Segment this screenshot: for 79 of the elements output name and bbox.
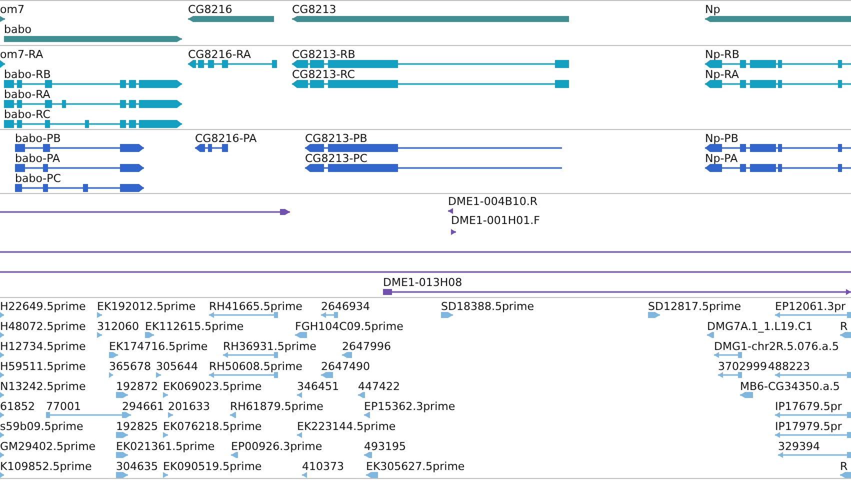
feature-label: om7 [0,3,24,16]
feature-label: EK305627.5prime [366,460,465,473]
feature-label: H12734.5prime [0,340,86,353]
feature-label: EP15362.3prime [364,400,456,413]
feature-label: FGH104C09.5prime [295,320,404,333]
feature-label: 304635 [116,460,158,473]
feature-label: IP17979.5pr [775,420,842,433]
feature-label: EK090519.5prime [163,460,262,473]
feature-label: GM29402.5prime [0,440,96,453]
feature-label: babo [4,23,32,36]
feature-label: H59511.5prime [0,360,86,373]
feature-label: R [840,460,848,473]
feature-label: CG8213 [292,3,336,16]
feature-label: RH36931.5prime [223,340,316,353]
feature-label: babo-PB [15,132,61,145]
feature-label: EK192012.5prime [97,300,196,313]
feature-label: 2647490 [321,360,370,373]
feature-label: SD18388.5prime [441,300,534,313]
feature-label: R [840,320,848,333]
feature-label: SD12817.5prime [648,300,741,313]
feature-label: 329394 [778,440,820,453]
feature-label: s59b09.5prime [0,420,84,433]
feature-label: CG8213-PB [305,132,368,145]
feature-label: CG8216 [188,3,232,16]
feature-label: EP12061.3pr [775,300,846,313]
feature-label: H48072.5prime [0,320,86,333]
feature-label: 3702999 [718,360,767,373]
feature-label: Np [705,3,720,16]
feature-label: RH50608.5prime [209,360,302,373]
feature-label: Np-PB [705,132,738,145]
feature-label: RH41665.5prime [209,300,302,313]
feature-label: 447422 [358,380,400,393]
feature-label: EK112615.5prime [145,320,244,333]
feature-label: EK076218.5prime [163,420,262,433]
feature-label: CG8216-PA [195,132,257,145]
feature-label: 2647996 [342,340,391,353]
feature-label: 192825 [116,420,158,433]
feature-label: Np-PA [705,152,738,165]
feature-label: MB6-CG34350.a.5 [740,380,840,393]
feature-label: om7-RA [0,48,44,61]
feature-label: 346451 [297,380,339,393]
feature-label: Np-RA [705,68,739,81]
feature-label: 201633 [168,400,210,413]
feature-label: babo-PC [15,172,61,185]
feature-label: 192872 [116,380,158,393]
feature-label: 312060 [97,320,139,333]
feature-label: RH61879.5prime [230,400,324,413]
feature-label: CG8213-RB [292,48,356,61]
feature-label: CG8213-RC [292,68,355,81]
feature-label: EP00926.3prime [231,440,322,453]
feature-label: Np-RB [705,48,740,61]
feature-label: 488223 [768,360,810,373]
feature-label: 77001 [46,400,81,413]
feature-label: N13242.5prime [0,380,86,393]
feature-label: DME1-013H08 [383,276,462,289]
feature-label: DME1-004B10.R [448,195,538,208]
feature-label: babo-RC [4,108,50,121]
feature-label: EK021361.5prime [116,440,215,453]
feature-label: babo-RA [4,88,50,101]
feature-label: DMG1-chr2R.5.076.a.5 [714,340,839,353]
feature-label: 365678 [109,360,151,373]
feature-label: DMG7A.1_1.L19.C1 [707,320,813,333]
feature-label: K109852.5prime [0,460,92,473]
feature-label: DME1-001H01.F [451,214,540,227]
feature-label: babo-RB [4,68,51,81]
feature-label: EK223144.5prime [297,420,396,433]
feature-label: 294661 [122,400,164,413]
feature-label: EK069023.5prime [163,380,262,393]
feature-label: 305644 [156,360,198,373]
feature-label: 410373 [302,460,344,473]
feature-label: CG8213-PC [305,152,368,165]
feature-label: 493195 [364,440,406,453]
feature-label: babo-PA [15,152,60,165]
feature-label: IP17679.5pr [775,400,842,413]
feature-label: EK174716.5prime [109,340,208,353]
feature-label: CG8216-RA [188,48,251,61]
feature-label: 2646934 [321,300,370,313]
feature-label: H22649.5prime [0,300,86,313]
feature-label: 61852 [0,400,35,413]
